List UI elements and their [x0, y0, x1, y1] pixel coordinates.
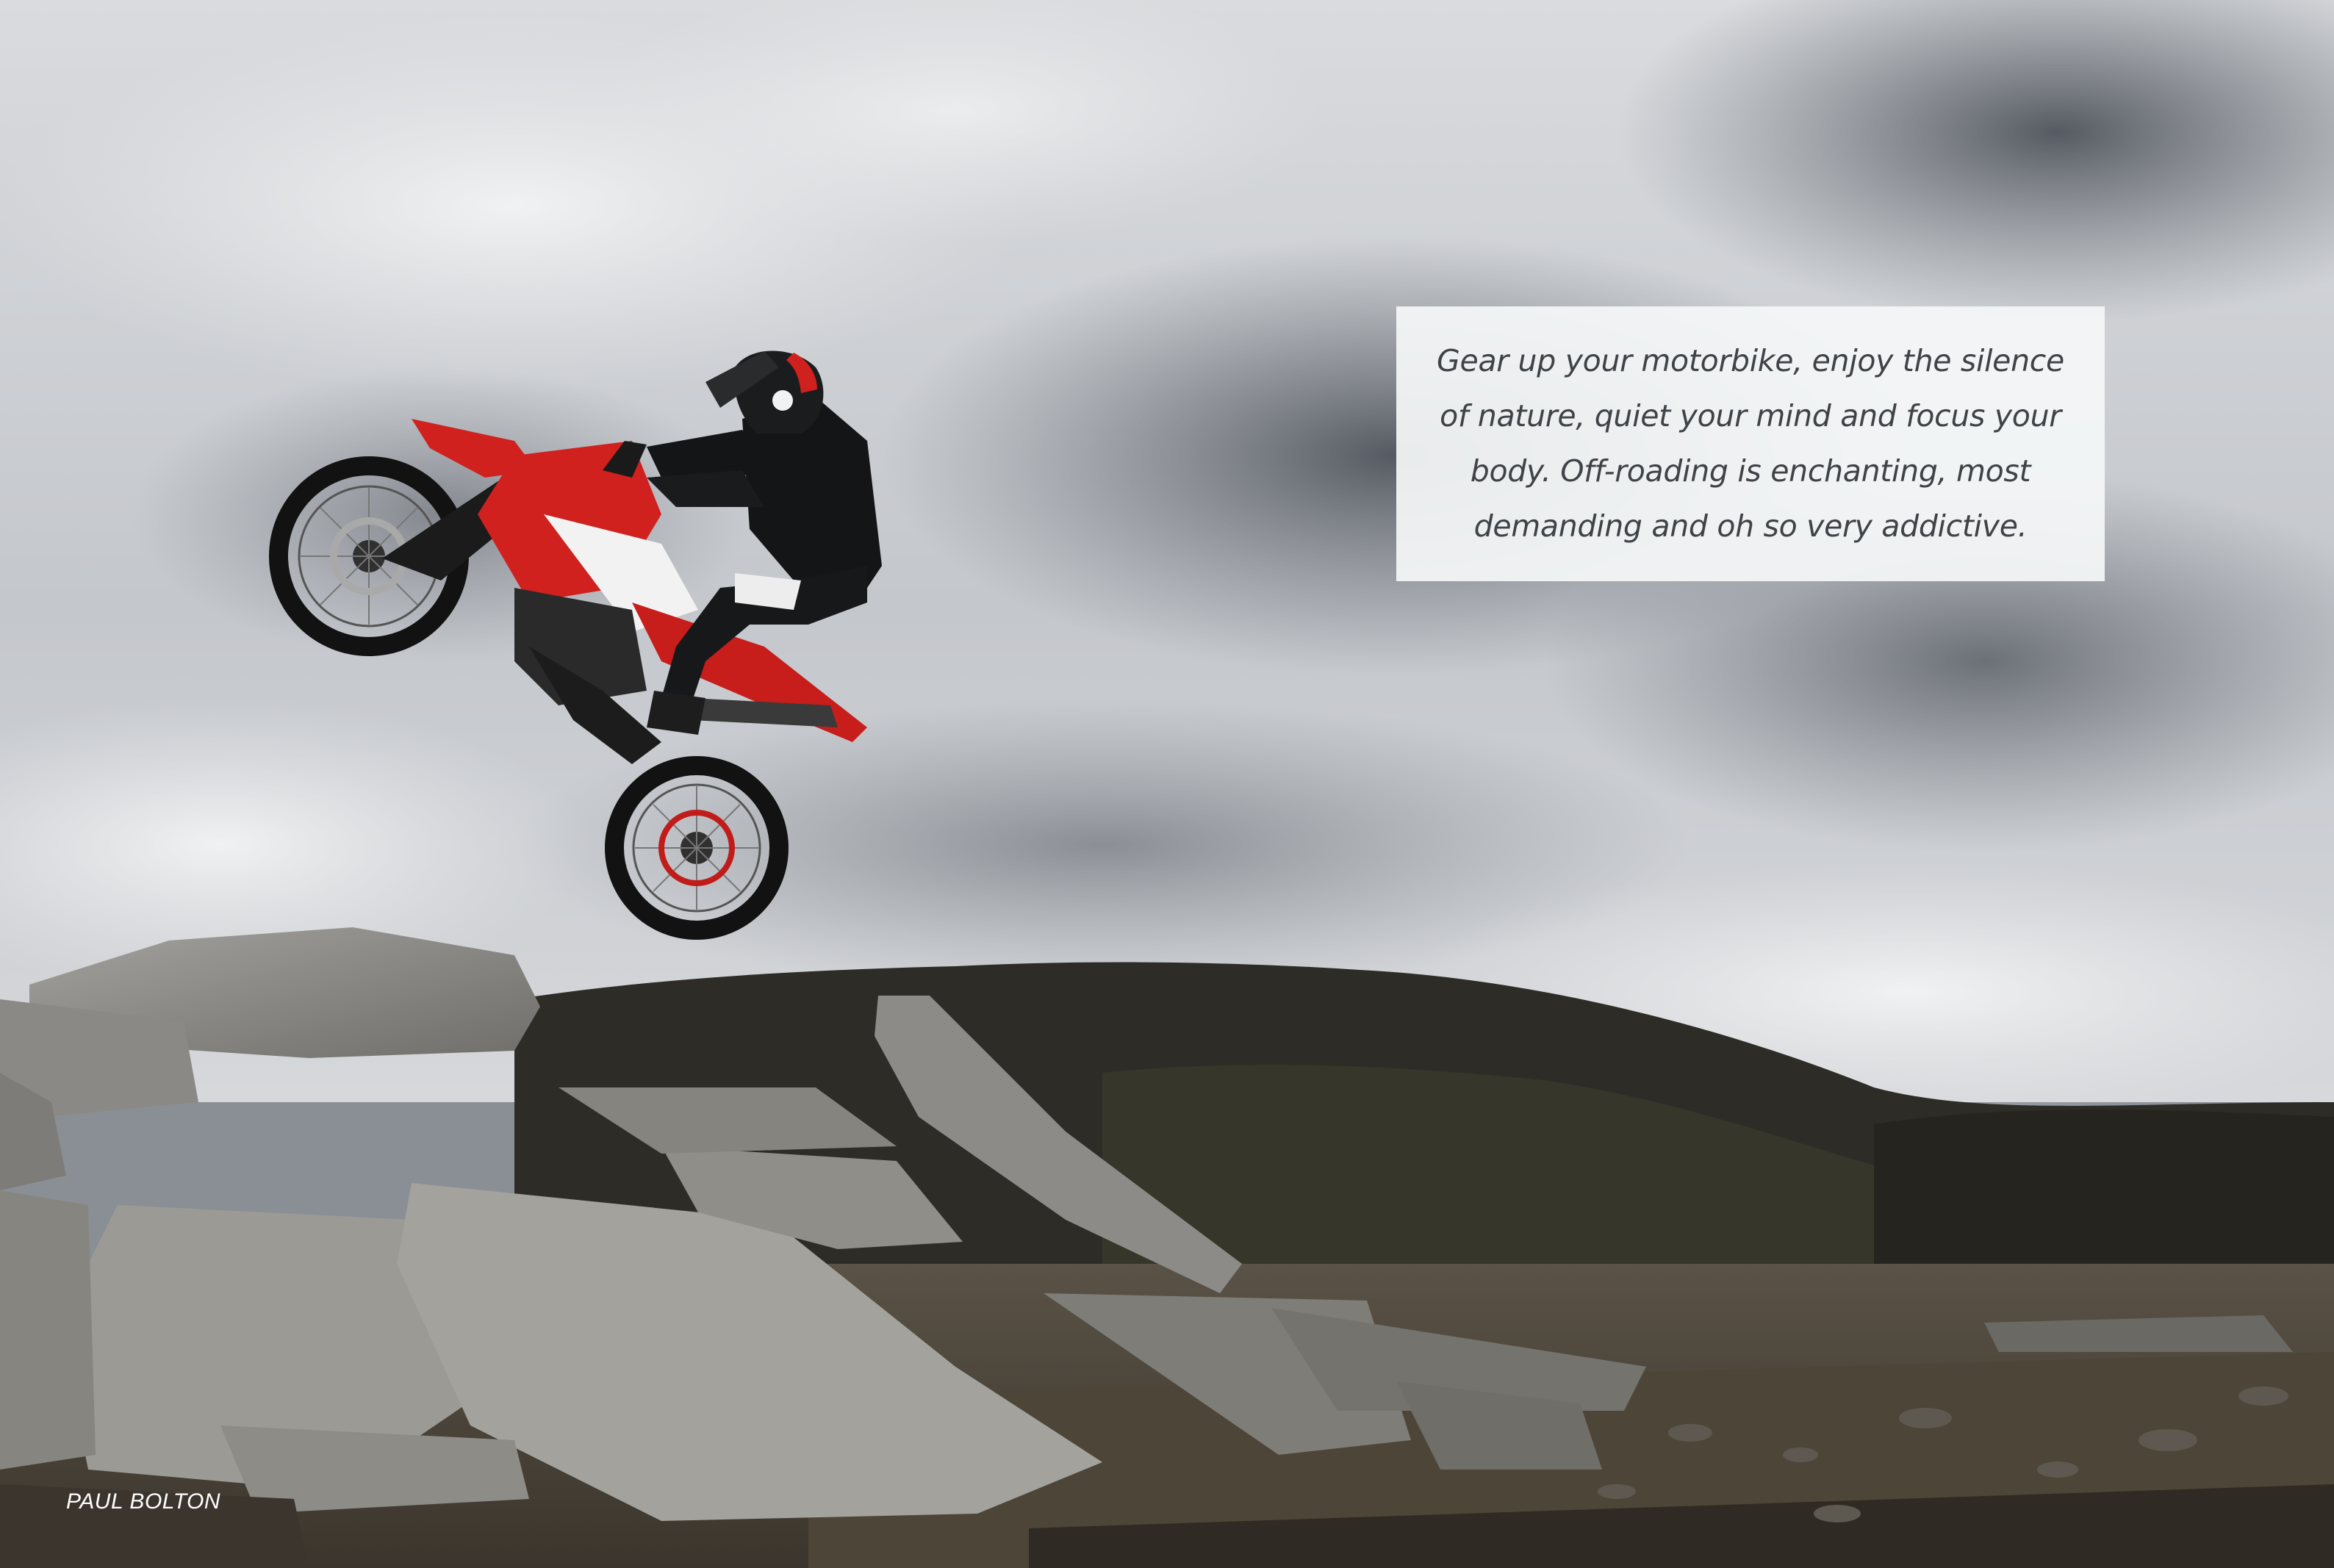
photo-credit: PAUL BOLTON — [66, 1489, 221, 1514]
photo-page: Gear up your motorbike, enjoy the silenc… — [0, 0, 2334, 1568]
photograph — [0, 0, 2334, 1568]
rear-wheel — [605, 756, 789, 940]
quote-card: Gear up your motorbike, enjoy the silenc… — [1396, 306, 2105, 581]
quote-text: Gear up your motorbike, enjoy the silenc… — [1437, 343, 2064, 544]
